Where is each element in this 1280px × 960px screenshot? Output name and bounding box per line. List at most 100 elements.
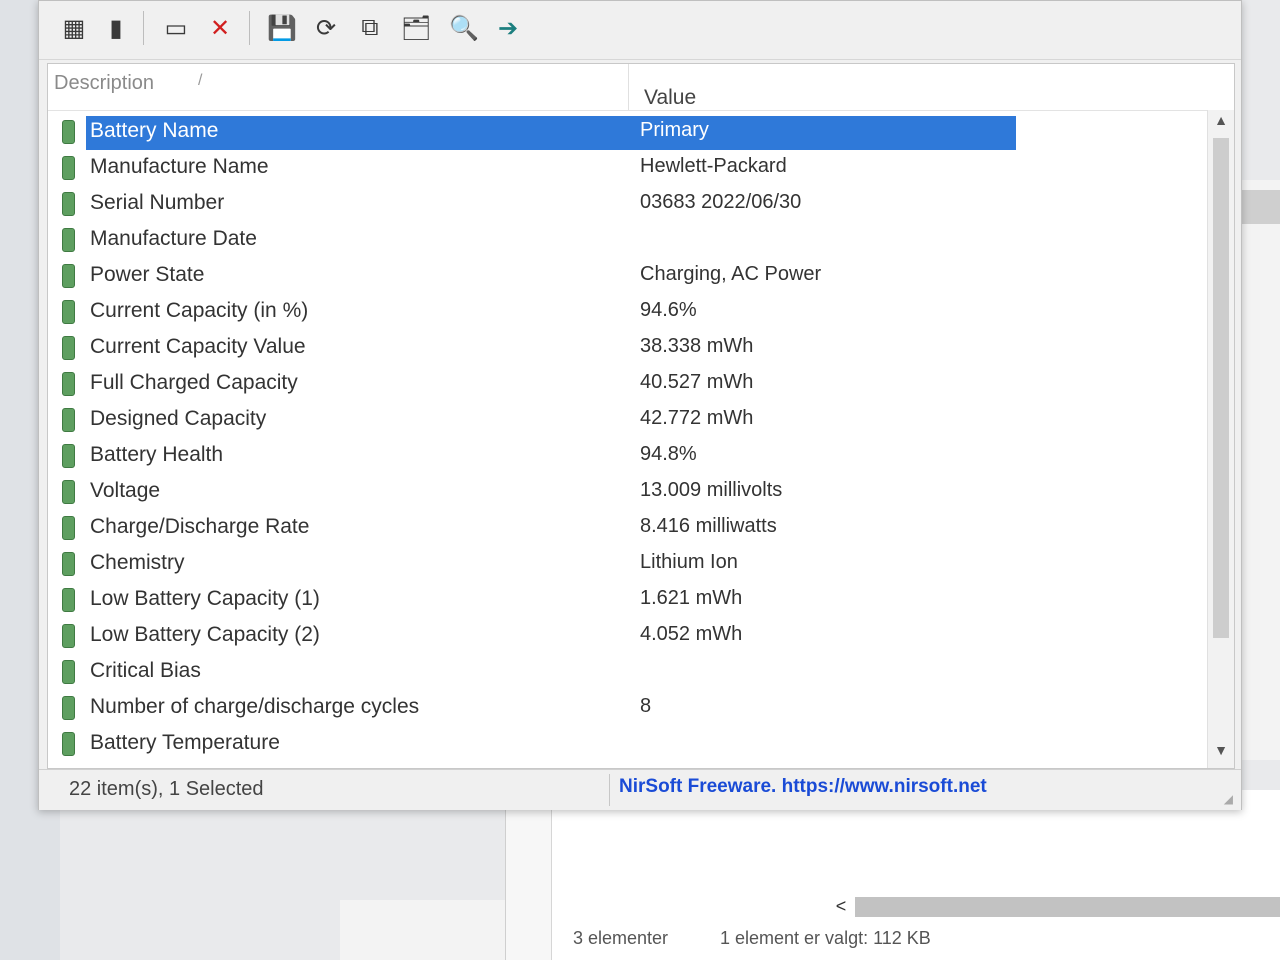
battery-icon (62, 732, 75, 756)
battery-icon (62, 552, 75, 576)
table-row[interactable]: Charge/Discharge Rate 8.416 milliwatts (48, 510, 1178, 546)
row-value: 8.416 milliwatts (640, 515, 777, 537)
table-row[interactable]: Battery Health 94.8% (48, 438, 1178, 474)
row-value: 4.052 mWh (640, 623, 743, 645)
row-value: Lithium Ion (640, 551, 738, 573)
row-description: Charge/Discharge Rate (90, 515, 310, 538)
row-description: Chemistry (90, 551, 185, 574)
battery-info-icon[interactable]: ▮ (99, 11, 133, 45)
table-row[interactable]: Low Battery Capacity (1) 1.621 mWh (48, 582, 1178, 618)
scrollbar-thumb[interactable] (1213, 138, 1229, 638)
status-divider (609, 774, 610, 806)
battery-icon (62, 264, 75, 288)
column-header-value[interactable]: Value (644, 86, 696, 110)
row-description: Current Capacity Value (90, 335, 306, 358)
battery-icon (62, 660, 75, 684)
table-row[interactable]: Manufacture Date (48, 222, 1178, 258)
nirsoft-link[interactable]: NirSoft Freeware. https://www.nirsoft.ne… (619, 776, 987, 798)
explorer-item-count: 3 elementer (573, 928, 669, 948)
row-description: Battery Health (90, 443, 224, 466)
table-row[interactable]: Serial Number 03683 2022/06/30 (48, 186, 1178, 222)
table-row[interactable]: Number of charge/discharge cycles 8 (48, 690, 1178, 726)
row-description: Critical Bias (90, 659, 201, 682)
vertical-scrollbar[interactable]: ▲ ▼ (1207, 110, 1234, 768)
report-icon[interactable]: 🗂 (399, 11, 433, 45)
row-value: Charging, AC Power (640, 263, 822, 285)
row-description: Battery Temperature (90, 731, 280, 754)
scroll-up-icon[interactable]: ▲ (1208, 112, 1234, 134)
table-row[interactable]: Low Battery Capacity (2) 4.052 mWh (48, 618, 1178, 654)
refresh-icon[interactable]: ⟳ (309, 11, 343, 45)
row-description: Power State (90, 263, 205, 286)
row-description: Serial Number (90, 191, 225, 214)
row-description: Battery Name (90, 119, 219, 142)
copy-icon[interactable]: ⧉ (353, 11, 387, 45)
row-value: 1.621 mWh (640, 587, 743, 609)
battery-icon (62, 480, 75, 504)
row-description: Low Battery Capacity (2) (90, 623, 320, 646)
toolbar-separator (249, 11, 250, 45)
battery-icon (62, 120, 75, 144)
explorer-selection-info: 1 element er valgt: 112 KB (720, 928, 931, 948)
table-row[interactable]: Full Charged Capacity 40.527 mWh (48, 366, 1178, 402)
explorer-horizontal-scrollbar[interactable] (855, 897, 1280, 917)
selection-highlight (86, 116, 1016, 150)
row-value: 40.527 mWh (640, 371, 754, 393)
battery-icon (62, 588, 75, 612)
row-description: Designed Capacity (90, 407, 267, 430)
find-icon[interactable]: 🔍 (447, 11, 481, 45)
battery-info-window: ▦ ▮ ▭ ✕ 💾 ⟳ ⧉ 🗂 🔍 ➔ Description / Value … (38, 0, 1242, 810)
sort-indicator-icon: / (198, 72, 203, 89)
toolbar: ▦ ▮ ▭ ✕ 💾 ⟳ ⧉ 🗂 🔍 ➔ (39, 1, 1241, 60)
row-description: Full Charged Capacity (90, 371, 298, 394)
row-description: Number of charge/discharge cycles (90, 695, 420, 718)
table-row[interactable]: Current Capacity (in %) 94.6% (48, 294, 1178, 330)
row-value: 94.8% (640, 443, 697, 465)
background-left-strip (340, 900, 505, 960)
battery-icon (62, 228, 75, 252)
battery-icon (62, 192, 75, 216)
row-description: Voltage (90, 479, 161, 502)
table-row[interactable]: Current Capacity Value 38.338 mWh (48, 330, 1178, 366)
scroll-down-icon[interactable]: ▼ (1208, 742, 1234, 764)
row-value: 38.338 mWh (640, 335, 754, 357)
battery-icon (62, 624, 75, 648)
exit-icon[interactable]: ➔ (491, 11, 525, 45)
column-header-description[interactable]: Description (54, 72, 154, 95)
battery-icon (62, 408, 75, 432)
row-description: Current Capacity (in %) (90, 299, 309, 322)
row-value: 42.772 mWh (640, 407, 754, 429)
row-value: Hewlett-Packard (640, 155, 787, 177)
row-value: 03683 2022/06/30 (640, 191, 802, 213)
battery-properties-list[interactable]: Description / Value Battery Name Primary M… (47, 63, 1235, 769)
battery-icon (62, 696, 75, 720)
battery-icon (62, 372, 75, 396)
row-description: Low Battery Capacity (1) (90, 587, 320, 610)
battery-icon (62, 336, 75, 360)
window-icon[interactable]: ▭ (159, 11, 193, 45)
row-value: Primary (640, 119, 709, 141)
table-row[interactable]: Manufacture Name Hewlett-Packard (48, 150, 1178, 186)
resize-grip-icon[interactable]: ◢ (1224, 792, 1233, 806)
battery-icon (62, 516, 75, 540)
properties-icon[interactable]: ▦ (57, 11, 91, 45)
table-row[interactable]: Battery Temperature (48, 726, 1178, 762)
row-value: 13.009 millivolts (640, 479, 783, 501)
row-description: Manufacture Name (90, 155, 269, 178)
table-row[interactable]: Power State Charging, AC Power (48, 258, 1178, 294)
status-bar: 22 item(s), 1 Selected NirSoft Freeware.… (39, 769, 1241, 810)
table-row[interactable]: Battery Name Primary (48, 114, 1178, 150)
status-item-count: 22 item(s), 1 Selected (69, 778, 264, 800)
explorer-scroll-left-button[interactable]: < (830, 896, 852, 916)
battery-icon (62, 300, 75, 324)
column-divider[interactable] (628, 64, 629, 110)
table-row[interactable]: Designed Capacity 42.772 mWh (48, 402, 1178, 438)
battery-icon (62, 156, 75, 180)
table-row[interactable]: Chemistry Lithium Ion (48, 546, 1178, 582)
delete-icon[interactable]: ✕ (203, 11, 237, 45)
list-header: Description / Value (48, 64, 1234, 111)
table-row[interactable]: Voltage 13.009 millivolts (48, 474, 1178, 510)
save-icon[interactable]: 💾 (265, 11, 299, 45)
table-row[interactable]: Critical Bias (48, 654, 1178, 690)
battery-icon (62, 444, 75, 468)
